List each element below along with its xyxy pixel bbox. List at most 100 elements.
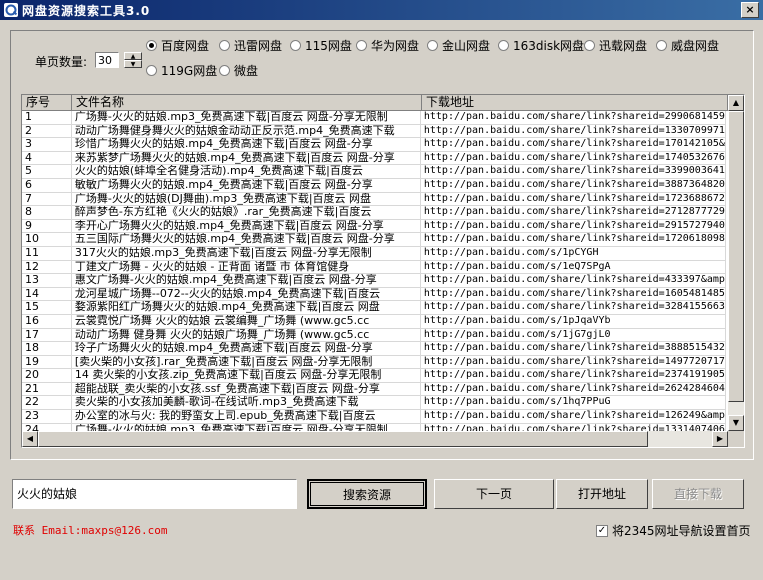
column-header-filename[interactable]: 文件名称 — [72, 95, 422, 111]
radio-dot-icon — [356, 39, 367, 51]
provider-radio-weipan-wei[interactable]: 威盘网盘 — [656, 37, 719, 53]
table-row[interactable]: 21 超能战联_卖火柴的小女孩.ssf_免费高速下载|百度云 网盘-分享 http:… — [22, 382, 726, 397]
set-homepage-checkbox[interactable]: ✓ 将2345网址导航设置首页 — [596, 522, 751, 539]
search-input[interactable]: 火火的姑娘 — [12, 479, 297, 509]
table-row[interactable]: 19 [卖火柴的小女孩].rar_免费高速下载|百度云 网盘-分享无限制 http:… — [22, 355, 726, 370]
table-row[interactable]: 22 卖火柴的小女孩加美麟-歌词-在线试听.mp3_免费高速下载 http://pa… — [22, 396, 726, 411]
row-index: 8 — [22, 206, 72, 219]
radio-dot-icon — [219, 64, 230, 76]
column-header-index[interactable]: 序号 — [22, 95, 72, 111]
table-row[interactable]: 1 广场舞-火火的姑娘.mp3_免费高速下载|百度云 网盘-分享无限制 http:/… — [22, 111, 726, 125]
scroll-left-icon[interactable]: ◀ — [22, 431, 38, 447]
row-index: 9 — [22, 219, 72, 233]
vertical-scrollbar[interactable]: ▲ ▼ — [728, 95, 744, 431]
window-title: 网盘资源搜索工具3.0 — [22, 4, 151, 18]
row-url: http://pan.baidu.com/share/link?shareid=… — [421, 382, 726, 396]
table-row[interactable]: 23 办公室的冰与火: 我的野蛮女上司.epub_免费高速下载|百度云 http:/… — [22, 410, 726, 424]
row-index: 5 — [22, 165, 72, 178]
table-row[interactable]: 8 醉声梦色-东方红艳《火火的姑娘》.rar_免费高速下载|百度云 http://p… — [22, 206, 726, 220]
row-index: 1 — [22, 111, 72, 124]
row-index: 21 — [22, 382, 72, 396]
scroll-right-icon[interactable]: ▶ — [712, 431, 728, 447]
radio-dot-icon — [498, 39, 509, 51]
row-filename: [卖火柴的小女孩].rar_免费高速下载|百度云 网盘-分享无限制 — [72, 355, 421, 369]
search-button[interactable]: 搜索资源 — [307, 479, 427, 509]
radio-dot-icon — [427, 39, 438, 51]
table-row[interactable]: 17 动动广场舞 健身舞 火火的姑娘广场舞_广场舞 (www.gc5.cc http… — [22, 328, 726, 343]
row-url: http://pan.baidu.com/share/link?shareid=… — [421, 178, 726, 192]
next-page-button[interactable]: 下一页 — [434, 479, 554, 509]
row-index: 17 — [22, 328, 72, 342]
row-url: http://pan.baidu.com/share/link?shareid=… — [421, 274, 726, 287]
page-count-stepper[interactable]: ▲ ▼ — [124, 52, 142, 68]
horizontal-scroll-thumb[interactable] — [38, 431, 648, 447]
table-row[interactable]: 12 丁建文广场舞 - 火火的姑娘 - 正背面 诸暨 市 体育馆健身 http://… — [22, 260, 726, 275]
table-row[interactable]: 5 火火的姑娘(蚌埠全名健身活动).mp4_免费高速下载|百度云 http://pa… — [22, 165, 726, 179]
provider-radio-huawei[interactable]: 华为网盘 — [356, 37, 419, 53]
row-filename: 云裳霓悦广场舞 火火的姑娘 云裳编舞_广场舞 (www.gc5.cc — [72, 314, 421, 328]
table-row[interactable]: 2 动动广场舞健身舞火火的姑娘金动动正反示范.mp4_免费高速下载 http://p… — [22, 124, 726, 139]
table-row[interactable]: 3 珍惜广场舞火火的姑娘.mp4_免费高速下载|百度云 网盘-分享 http://p… — [22, 138, 726, 152]
row-url: http://pan.baidu.com/s/1pJqaVYb — [421, 314, 726, 328]
row-filename: 动动广场舞健身舞火火的姑娘金动动正反示范.mp4_免费高速下载 — [72, 124, 421, 138]
table-row[interactable]: 15 婺源紫阳红广场舞火火的姑娘.mp4_免费高速下载|百度云 网盘 http://… — [22, 301, 726, 315]
contact-email: 联系 Email:maxps@126.com — [13, 524, 168, 537]
vertical-scroll-thumb[interactable] — [728, 111, 744, 402]
scroll-down-icon[interactable]: ▼ — [728, 415, 744, 431]
provider-radio-weipan[interactable]: 微盘 — [219, 62, 258, 78]
provider-radio-163disk[interactable]: 163disk网盘 — [498, 37, 584, 53]
row-index: 23 — [22, 410, 72, 423]
table-row[interactable]: 7 广场舞-火火的姑娘(DJ舞曲).mp3_免费高速下载|百度云 网盘 http:/… — [22, 192, 726, 207]
row-filename: 动动广场舞 健身舞 火火的姑娘广场舞_广场舞 (www.gc5.cc — [72, 328, 421, 342]
row-filename: 火火的姑娘(蚌埠全名健身活动).mp4_免费高速下载|百度云 — [72, 165, 421, 178]
row-filename: 玲子广场舞火火的姑娘.mp4_免费高速下载|百度云 网盘-分享 — [72, 342, 421, 355]
row-url: http://pan.baidu.com/share/link?shareid=… — [421, 138, 726, 151]
row-index: 4 — [22, 151, 72, 165]
page-count-input[interactable]: 30 — [95, 52, 119, 68]
row-index: 10 — [22, 233, 72, 246]
checkbox-check-icon: ✓ — [596, 524, 608, 537]
table-row[interactable]: 4 来苏紫梦广场舞火火的姑娘.mp4_免费高速下载|百度云 网盘-分享 http:/… — [22, 151, 726, 166]
table-row[interactable]: 9 李开心广场舞火火的姑娘.mp4_免费高速下载|百度云 网盘-分享 http://… — [22, 219, 726, 234]
close-button[interactable]: × — [741, 2, 759, 18]
row-filename: 龙河星城广场舞--072--火火的姑娘.mp4_免费高速下载|百度云 — [72, 287, 421, 301]
row-url: http://pan.baidu.com/share/link?shareid=… — [421, 206, 726, 219]
provider-radio-115[interactable]: 115网盘 — [290, 37, 352, 53]
row-url: http://pan.baidu.com/share/link?shareid=… — [421, 423, 726, 431]
row-url: http://pan.baidu.com/share/link?shareid=… — [421, 124, 726, 138]
table-row[interactable]: 16 云裳霓悦广场舞 火火的姑娘 云裳编舞_广场舞 (www.gc5.cc http… — [22, 314, 726, 329]
spin-up-icon[interactable]: ▲ — [124, 52, 142, 60]
horizontal-scrollbar[interactable]: ◀ ▶ — [22, 431, 728, 447]
row-filename: 卖火柴的小女孩加美麟-歌词-在线试听.mp3_免费高速下载 — [72, 396, 421, 410]
results-table[interactable]: 序号 文件名称 下载地址 1 广场舞-火火的姑娘.mp3_免费高速下载|百度云 网… — [21, 94, 745, 448]
spin-down-icon[interactable]: ▼ — [124, 60, 142, 68]
row-url: http://pan.baidu.com/share/link?shareid=… — [421, 219, 726, 233]
scroll-up-icon[interactable]: ▲ — [728, 95, 744, 111]
title-bar: 网盘资源搜索工具3.0 × — [0, 0, 763, 20]
table-row[interactable]: 20 14 卖火柴的小女孩.zip_免费高速下载|百度云 网盘-分享无限制 http… — [22, 369, 726, 383]
row-filename: 14 卖火柴的小女孩.zip_免费高速下载|百度云 网盘-分享无限制 — [72, 369, 421, 382]
provider-radio-jinshan[interactable]: 金山网盘 — [427, 37, 490, 53]
row-filename: 李开心广场舞火火的姑娘.mp4_免费高速下载|百度云 网盘-分享 — [72, 219, 421, 233]
provider-radio-xunzai[interactable]: 迅载网盘 — [584, 37, 647, 53]
table-row[interactable]: 18 玲子广场舞火火的姑娘.mp4_免费高速下载|百度云 网盘-分享 http://… — [22, 342, 726, 356]
provider-radio-119g[interactable]: 119G网盘 — [146, 62, 217, 78]
row-index: 24 — [22, 423, 72, 431]
row-index: 2 — [22, 124, 72, 138]
open-url-button[interactable]: 打开地址 — [556, 479, 648, 509]
table-row[interactable]: 10 五三国际广场舞火火的姑娘.mp4_免费高速下载|百度云 网盘-分享 http:… — [22, 233, 726, 247]
row-index: 20 — [22, 369, 72, 382]
table-row[interactable]: 6 敏敏广场舞火火的姑娘.mp4_免费高速下载|百度云 网盘-分享 http://p… — [22, 178, 726, 193]
table-row[interactable]: 13 惠文广场舞-火火的姑娘.mp4_免费高速下载|百度云 网盘-分享 http:/… — [22, 274, 726, 288]
direct-download-button: 直接下载 — [652, 479, 744, 509]
row-url: http://pan.baidu.com/share/link?shareid=… — [421, 369, 726, 382]
table-row[interactable]: 14 龙河星城广场舞--072--火火的姑娘.mp4_免费高速下载|百度云 http… — [22, 287, 726, 302]
provider-radio-xunlei[interactable]: 迅雷网盘 — [219, 37, 282, 53]
row-index: 3 — [22, 138, 72, 151]
table-row[interactable]: 11 317火火的姑娘.mp3_免费高速下载|百度云 网盘-分享无限制 http:/… — [22, 246, 726, 261]
row-filename: 惠文广场舞-火火的姑娘.mp4_免费高速下载|百度云 网盘-分享 — [72, 274, 421, 287]
provider-radio-baidu[interactable]: 百度网盘 — [146, 37, 209, 53]
column-header-url[interactable]: 下载地址 — [422, 95, 728, 111]
table-row[interactable]: 24 广场舞-火火的姑娘.mp3_免费高速下载|百度云 网盘-分享无限制 http:… — [22, 423, 726, 431]
row-filename: 敏敏广场舞火火的姑娘.mp4_免费高速下载|百度云 网盘-分享 — [72, 178, 421, 192]
